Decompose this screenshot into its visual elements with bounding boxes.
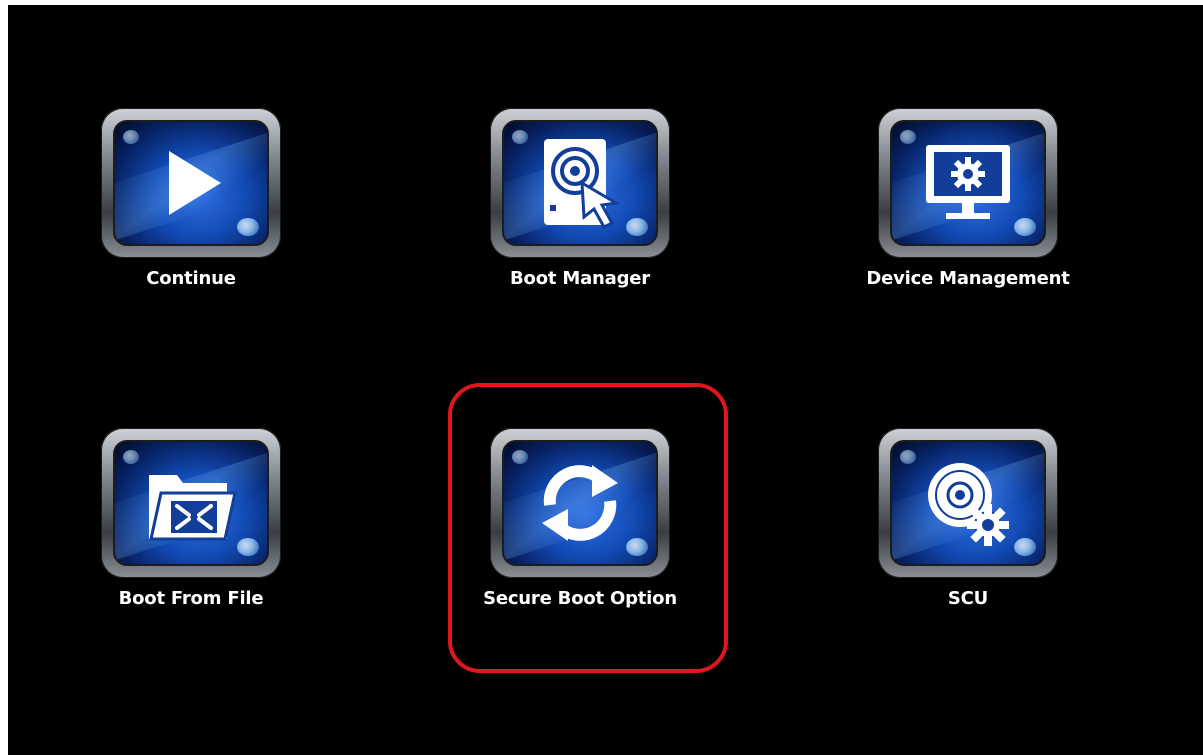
scu-tile-frame xyxy=(878,428,1058,578)
secure-boot-option-tile-frame xyxy=(490,428,670,578)
continue-tile[interactable]: Continue xyxy=(71,108,311,338)
boot-manager-tile[interactable]: Boot Manager xyxy=(460,108,700,338)
device-management-tile[interactable]: Device Management xyxy=(848,108,1088,338)
secure-boot-option-label: Secure Boot Option xyxy=(483,588,677,609)
boot-from-file-tile[interactable]: Boot From File xyxy=(71,428,311,658)
boot-manager-label: Boot Manager xyxy=(510,268,650,289)
boot-menu-screen: Continue Boot Manager Device Management … xyxy=(8,5,1203,755)
continue-label: Continue xyxy=(146,268,236,289)
scu-label: SCU xyxy=(947,588,989,609)
boot-from-file-tile-frame xyxy=(101,428,281,578)
folder-arrows-icon xyxy=(115,442,267,564)
disc-gear-icon xyxy=(892,442,1044,564)
secure-boot-option-tile[interactable]: Secure Boot Option xyxy=(460,428,700,658)
scu-tile[interactable]: SCU xyxy=(848,428,1088,658)
boot-manager-tile-frame xyxy=(490,108,670,258)
device-management-tile-frame xyxy=(878,108,1058,258)
continue-tile-frame xyxy=(101,108,281,258)
disk-pointer-icon xyxy=(504,122,656,244)
refresh-arrows-icon xyxy=(504,442,656,564)
monitor-gear-icon xyxy=(892,122,1044,244)
device-management-label: Device Management xyxy=(866,268,1070,289)
boot-from-file-label: Boot From File xyxy=(118,588,264,609)
play-icon xyxy=(115,122,267,244)
